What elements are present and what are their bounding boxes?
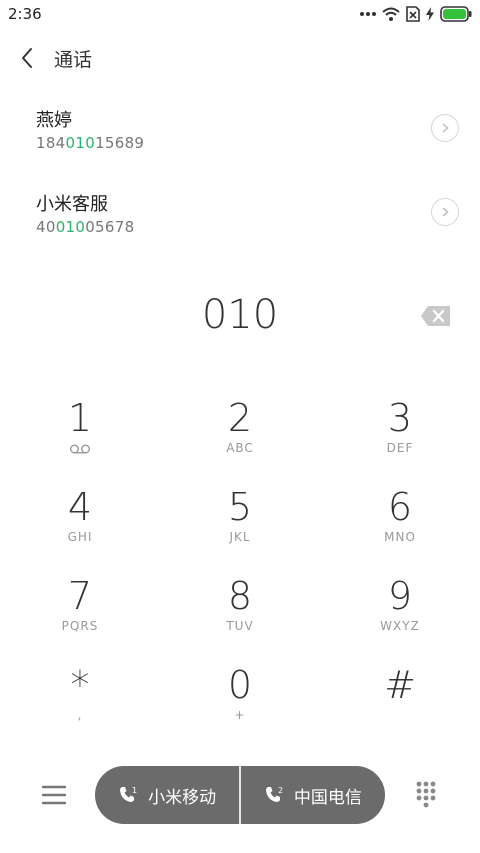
call-buttons: 1 小米移动 2 中国电信 (95, 766, 385, 824)
key-letters: + (234, 708, 246, 722)
status-icons (360, 4, 472, 24)
key-digit: 0 (227, 663, 253, 707)
header: 通话 (0, 36, 480, 80)
back-chevron-icon (22, 48, 32, 68)
key-digit: * (70, 663, 90, 707)
svg-text:2: 2 (278, 786, 283, 795)
backspace-icon (421, 306, 450, 326)
key-digit: 2 (227, 396, 253, 440)
contact-detail-button[interactable] (431, 198, 459, 226)
voicemail-icon (0, 440, 160, 456)
key-digit: 7 (67, 574, 93, 618)
phone-sim2-icon: 2 (265, 786, 283, 802)
contact-name: 燕婷 (36, 110, 72, 131)
key-4[interactable]: 4 GHI (0, 485, 160, 573)
key-letters: WXYZ (380, 619, 420, 633)
number-match: 010 (65, 134, 96, 152)
key-letters: MNO (384, 530, 416, 544)
key-6[interactable]: 6 MNO (320, 485, 480, 573)
bottom-bar: 1 小米移动 2 中国电信 (0, 764, 480, 826)
delete-button[interactable] (420, 305, 452, 327)
key-letters: , (77, 708, 83, 722)
wifi-icon (382, 7, 400, 21)
key-3[interactable]: 3 DEF (320, 396, 480, 484)
call-sim2-button[interactable]: 2 中国电信 (241, 766, 385, 824)
sim2-label: 中国电信 (293, 787, 362, 808)
number-prefix: 184 (36, 134, 66, 152)
key-digit: 4 (67, 485, 93, 529)
chevron-right-icon (442, 207, 449, 217)
key-7[interactable]: 7 PQRS (0, 574, 160, 662)
chevron-right-icon (442, 123, 449, 133)
status-bar: 2:36 (0, 0, 480, 28)
key-digit: 5 (227, 485, 253, 529)
contact-number: 18401015689 (36, 134, 144, 152)
key-digit: # (384, 663, 416, 707)
dialpad-toggle-button[interactable] (410, 780, 442, 810)
battery-icon (440, 6, 472, 22)
number-match: 010 (55, 218, 86, 236)
key-letters: JKL (229, 530, 251, 544)
key-digit: 9 (387, 574, 413, 618)
key-digit: 1 (67, 396, 93, 440)
key-letters: PQRS (61, 619, 99, 633)
key-1[interactable]: 1 (0, 396, 160, 484)
phone-sim1-icon: 1 (120, 786, 137, 802)
key-letters: TUV (226, 619, 254, 633)
key-2[interactable]: 2 ABC (160, 396, 320, 484)
svg-text:1: 1 (132, 786, 137, 795)
key-letters: DEF (386, 441, 414, 455)
contact-number: 4001005678 (36, 218, 134, 236)
key-letters: ABC (226, 441, 254, 455)
dialpad-icon (416, 781, 436, 808)
dialed-number: 010 (201, 292, 279, 338)
number-suffix: 05678 (85, 218, 135, 236)
key-hash[interactable]: # (320, 663, 480, 751)
menu-icon (41, 785, 67, 805)
charging-icon (426, 7, 434, 21)
contact-result[interactable]: 燕婷 18401015689 (0, 106, 480, 186)
back-button[interactable] (14, 44, 42, 72)
sim1-label: 小米移动 (148, 787, 217, 808)
number-suffix: 15689 (95, 134, 145, 152)
key-5[interactable]: 5 JKL (160, 485, 320, 573)
key-letters: GHI (67, 530, 93, 544)
more-dots-icon (360, 12, 376, 16)
no-sim-icon (406, 6, 420, 22)
key-0[interactable]: 0 + (160, 663, 320, 751)
number-prefix: 40 (36, 218, 56, 236)
contact-result[interactable]: 小米客服 4001005678 (0, 190, 480, 270)
key-digit: 6 (387, 485, 413, 529)
status-time: 2:36 (8, 5, 42, 23)
key-star[interactable]: * , (0, 663, 160, 751)
key-8[interactable]: 8 TUV (160, 574, 320, 662)
key-digit: 8 (227, 574, 253, 618)
call-sim1-button[interactable]: 1 小米移动 (95, 766, 239, 824)
contact-detail-button[interactable] (431, 114, 459, 142)
contact-name: 小米客服 (36, 194, 108, 215)
menu-button[interactable] (40, 782, 68, 808)
key-digit: 3 (387, 396, 413, 440)
key-9[interactable]: 9 WXYZ (320, 574, 480, 662)
page-title: 通话 (54, 49, 93, 71)
